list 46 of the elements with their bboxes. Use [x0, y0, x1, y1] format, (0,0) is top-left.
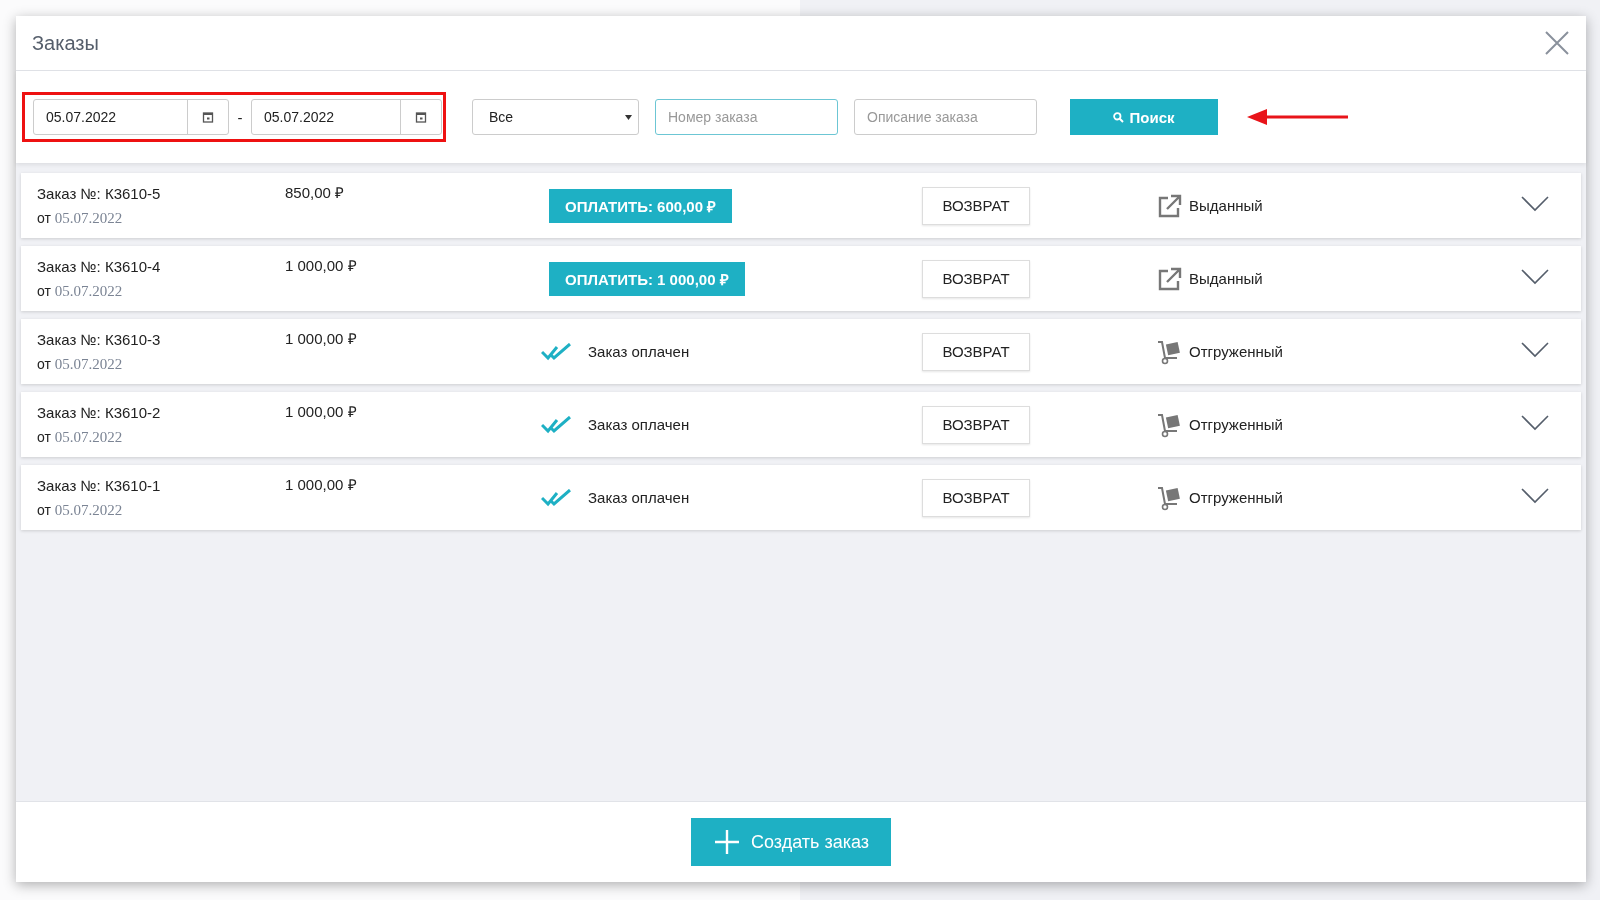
search-icon: [1113, 111, 1125, 123]
order-number: Заказ №: К3610-2: [37, 403, 162, 421]
return-button[interactable]: ВОЗВРАТ: [922, 259, 1030, 298]
delivery-status: Отгруженный: [1189, 416, 1283, 433]
order-date: от 05.07.2022: [37, 355, 124, 373]
order-date: от 05.07.2022: [37, 501, 124, 519]
date-separator: -: [236, 108, 244, 126]
payment-status: Заказ оплачен: [588, 416, 690, 433]
delivery-status: Выданный: [1189, 197, 1263, 214]
calendar-icon: [202, 111, 214, 123]
delivery-status: Выданный: [1189, 270, 1263, 287]
payment-status: Заказ оплачен: [588, 343, 690, 360]
window-title: Заказы: [32, 31, 99, 55]
date-field[interactable]: 05.07.2022: [251, 99, 442, 135]
plus-icon: [713, 828, 741, 856]
delivery-status: Отгруженный: [1189, 489, 1283, 506]
order-number: Заказ №: К3610-4: [37, 257, 162, 275]
order-number-field[interactable]: Номер заказа: [655, 99, 838, 135]
order-number: Заказ №: К3610-1: [37, 476, 162, 494]
payment-status: Заказ оплачен: [588, 489, 690, 506]
return-button[interactable]: ВОЗВРАТ: [922, 405, 1030, 444]
order-amount: 1 000,00 ₽: [285, 257, 357, 274]
chevron-down-icon[interactable]: [1521, 196, 1549, 212]
return-button[interactable]: ВОЗВРАТ: [922, 332, 1030, 371]
order-date: от 05.07.2022: [37, 428, 124, 446]
order-number: Заказ №: К3610-5: [37, 184, 162, 202]
status-dropdown[interactable]: Все: [472, 99, 639, 135]
return-button[interactable]: ВОЗВРАТ: [922, 186, 1030, 225]
chevron-down-icon[interactable]: [1521, 342, 1549, 358]
order-amount: 850,00 ₽: [285, 184, 345, 201]
order-amount: 1 000,00 ₽: [285, 403, 357, 420]
order-number: Заказ №: К3610-3: [37, 330, 162, 348]
chevron-down-icon[interactable]: [1521, 415, 1549, 431]
order-date: от 05.07.2022: [37, 282, 124, 300]
order-amount: 1 000,00 ₽: [285, 330, 357, 347]
date-field[interactable]: 05.07.2022: [33, 99, 229, 135]
delivery-status: Отгруженный: [1189, 343, 1283, 360]
order-amount: 1 000,00 ₽: [285, 476, 357, 493]
chevron-down-icon[interactable]: [1521, 269, 1549, 285]
close-icon[interactable]: [1544, 30, 1570, 56]
chevron-down-icon[interactable]: [1521, 488, 1549, 504]
dropdown-arrow-icon: [625, 114, 632, 120]
calendar-icon: [415, 111, 427, 123]
order-date: от 05.07.2022: [37, 209, 124, 227]
return-button[interactable]: ВОЗВРАТ: [922, 478, 1030, 517]
order-description-field[interactable]: Описание заказа: [854, 99, 1037, 135]
